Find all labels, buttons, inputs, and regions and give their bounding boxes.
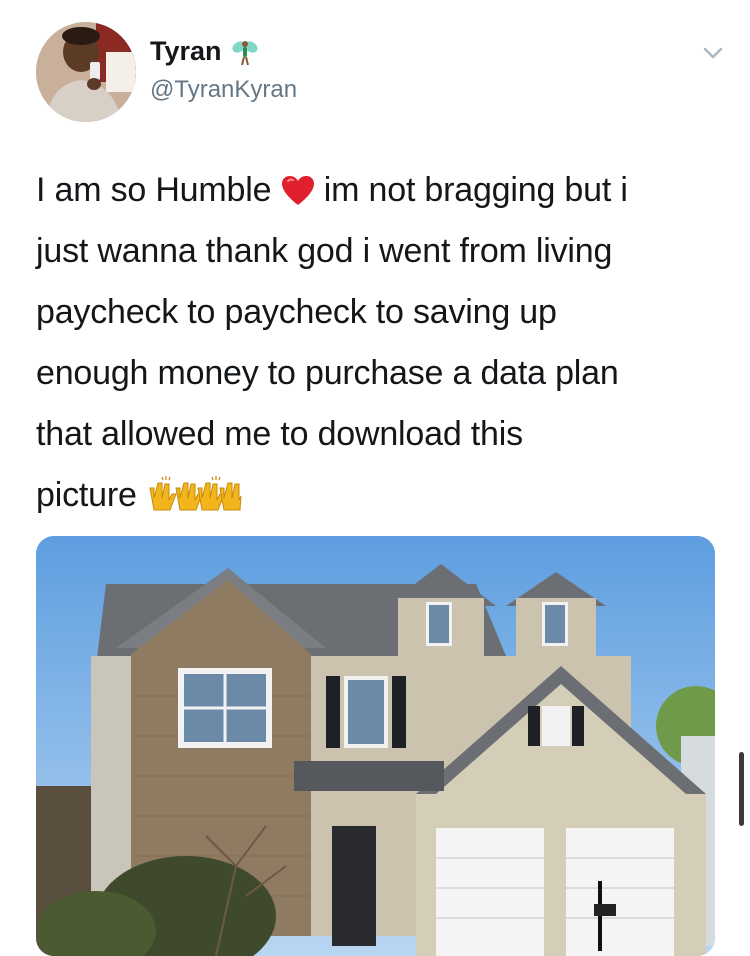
red-heart-icon [281, 176, 314, 205]
tweet-header: Tyran @TyranKyran [36, 22, 726, 126]
tweet-line-6: picture [36, 476, 137, 514]
chevron-down-icon[interactable] [700, 40, 726, 66]
tweet-line-2: just wanna thank god i went from living [36, 232, 613, 270]
display-name[interactable]: Tyran [150, 36, 222, 67]
tweet-line-5: that allowed me to download this [36, 415, 523, 453]
avatar[interactable] [36, 22, 136, 122]
tweet-image[interactable] [36, 536, 715, 956]
tweet-line-1a: I am so Humble [36, 171, 272, 209]
fairy-icon [231, 40, 258, 65]
tweet-line-3: paycheck to paycheck to saving up [36, 293, 557, 331]
raising-hands-icon [149, 476, 242, 511]
tweet-text: I am so Humble im not bragging but i jus… [36, 160, 716, 526]
scrollbar[interactable] [739, 752, 744, 826]
user-handle[interactable]: @TyranKyran [150, 76, 297, 104]
tweet-line-1b: im not bragging but i [323, 171, 628, 209]
tweet-line-4: enough money to purchase a data plan [36, 354, 619, 392]
